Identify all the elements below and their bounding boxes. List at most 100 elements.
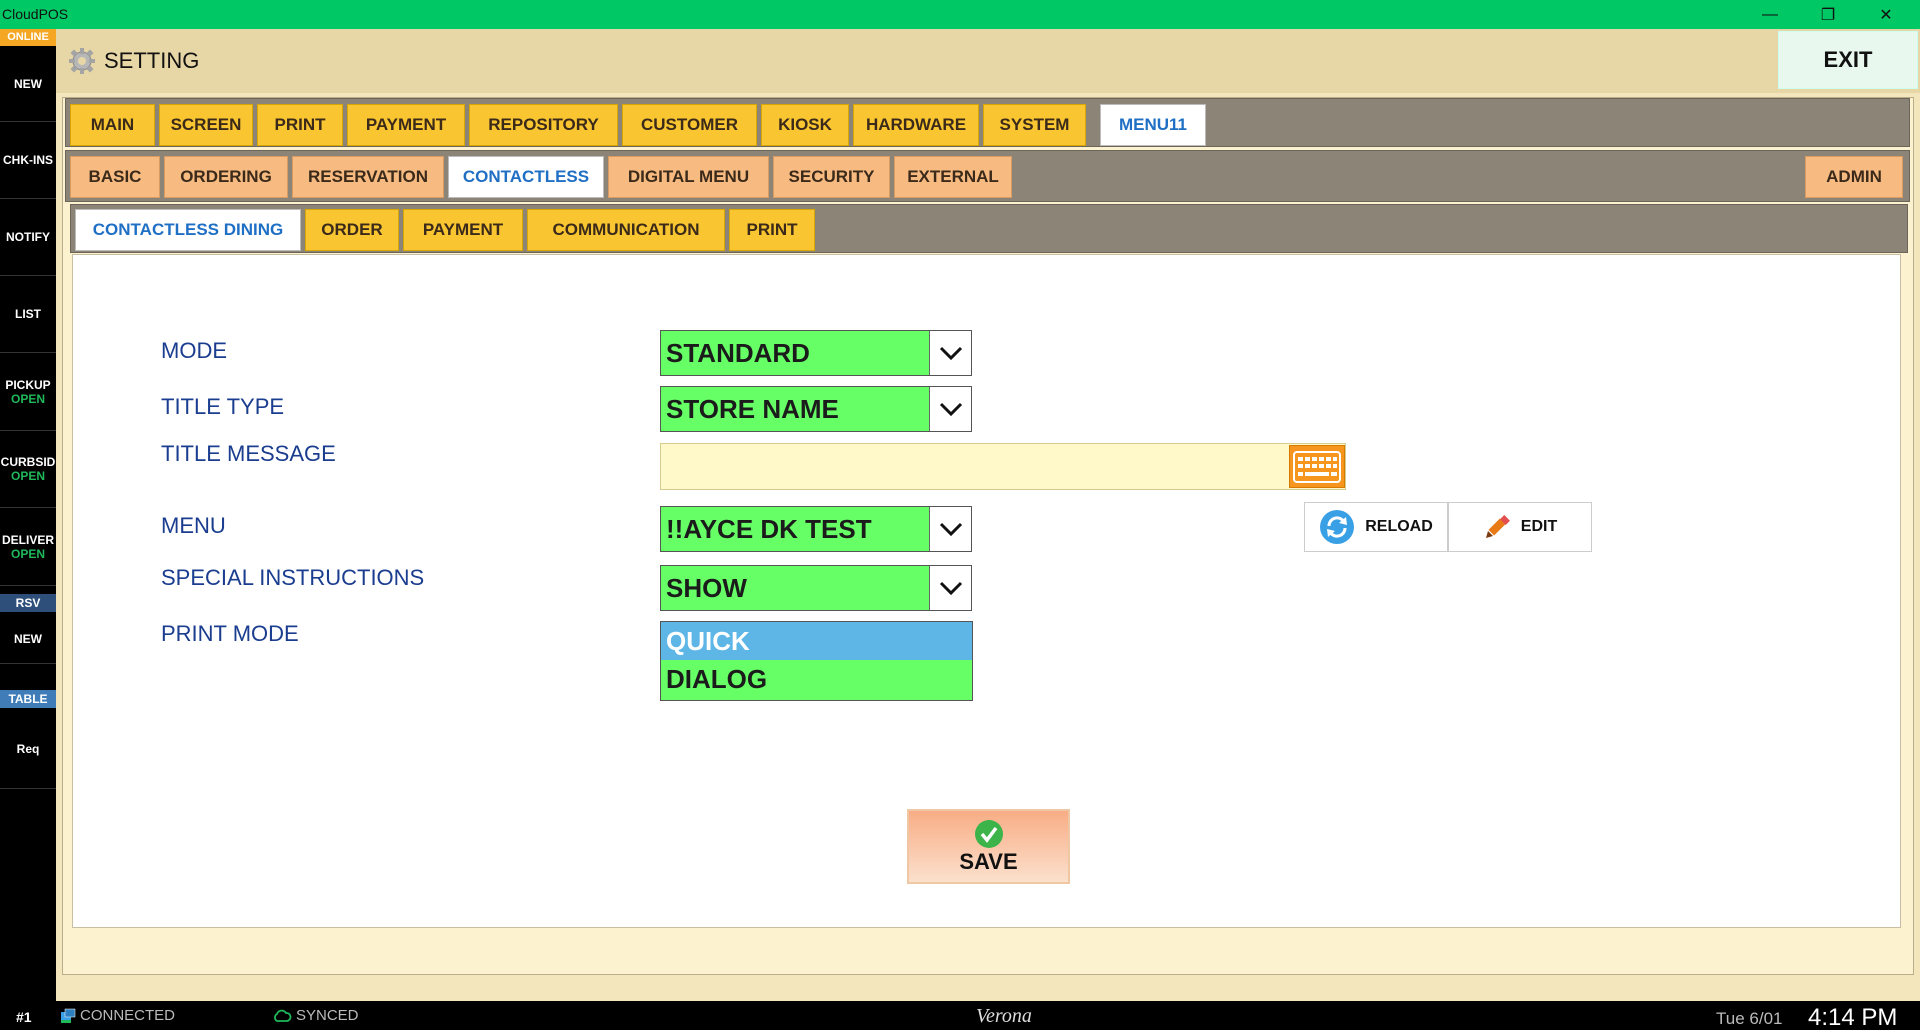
title-message-label: TITLE MESSAGE [161, 441, 336, 466]
sidebar-item-status: OPEN [10, 469, 45, 483]
tab-repository[interactable]: REPOSITORY [469, 104, 618, 146]
close-button[interactable]: ✕ [1858, 0, 1914, 29]
page-title: SETTING [104, 48, 200, 73]
tab-customer[interactable]: CUSTOMER [622, 104, 757, 146]
status-date: Tue 6/01 [1716, 1009, 1783, 1028]
reload-label: RELOAD [1365, 518, 1433, 535]
sidebar-item-new[interactable]: NEW [0, 46, 56, 122]
sidebar-rsv-header: RSV [0, 594, 56, 612]
reload-icon [1320, 510, 1355, 544]
sidebar-item-status: OPEN [10, 546, 45, 561]
pencil-icon [1485, 515, 1510, 538]
tab-kiosk[interactable]: KIOSK [761, 104, 849, 146]
exit-button[interactable]: EXIT [1778, 31, 1918, 89]
keyboard-button[interactable] [1289, 445, 1345, 488]
app-window: CloudPOS — ❐ ✕ ONLINE NEW CHK-INS NOTIFY… [0, 0, 1920, 1030]
store-name: Verona [976, 1005, 1032, 1027]
title-bar: CloudPOS — ❐ ✕ [0, 0, 1920, 29]
tab-reservation[interactable]: RESERVATION [292, 156, 444, 198]
sidebar-item-label: CHK-INS [3, 153, 53, 167]
sidebar-item-label: LIST [15, 307, 41, 321]
connection-label: CONNECTED [80, 1007, 176, 1024]
online-status-badge: ONLINE [0, 29, 56, 46]
edit-label: EDIT [1520, 518, 1558, 535]
edit-button[interactable]: EDIT [1448, 502, 1592, 552]
maximize-button[interactable]: ❐ [1800, 0, 1856, 29]
mode-value: STANDARD [666, 337, 810, 368]
sync-status: SYNCED [272, 1007, 359, 1024]
special-instructions-select[interactable]: SHOW [660, 565, 972, 611]
sidebar-table-header: TABLE [0, 690, 56, 708]
tab-system[interactable]: SYSTEM [983, 104, 1086, 146]
sidebar-item-status: OPEN [10, 391, 45, 406]
title-type-label: TITLE TYPE [161, 394, 285, 419]
tab-admin[interactable]: ADMIN [1805, 156, 1903, 198]
mode-select[interactable]: STANDARD [660, 330, 972, 376]
sidebar-item-label: CURBSID [0, 455, 56, 469]
print-mode-list[interactable]: QUICK DIALOG [660, 621, 973, 701]
tab-basic[interactable]: BASIC [70, 156, 160, 198]
sidebar-item-delivery[interactable]: DELIVER OPEN [0, 508, 56, 586]
gear-icon [69, 48, 95, 74]
checkmark-icon [974, 819, 1003, 848]
tab-contactless-dining[interactable]: CONTACTLESS DINING [75, 209, 301, 251]
tab-digital-menu[interactable]: DIGITAL MENU [608, 156, 769, 198]
app-title: CloudPOS [2, 6, 69, 22]
sidebar-item-req[interactable]: Req [0, 710, 56, 789]
tab-screen[interactable]: SCREEN [159, 104, 253, 146]
tab-contactless[interactable]: CONTACTLESS [448, 156, 604, 198]
title-message-input[interactable] [660, 443, 1346, 490]
sidebar-item-curbside[interactable]: CURBSID OPEN [0, 431, 56, 508]
page-header: SETTING EXIT [56, 29, 1920, 93]
contactless-dining-form: MODE STANDARD TITLE TYPE STORE NAME TITL… [72, 254, 1901, 928]
sidebar-item-label: NEW [14, 76, 42, 91]
sidebar-item-label: PICKUP [5, 377, 51, 392]
sidebar-item-label: NOTIFY [6, 230, 50, 244]
tab-main[interactable]: MAIN [70, 104, 155, 146]
menu-label: MENU [161, 513, 226, 538]
sidebar-item-label: DELIVER [1, 532, 54, 547]
chevron-down-icon [929, 566, 971, 610]
menu-select[interactable]: !!AYCE DK TEST [660, 506, 972, 552]
tab-contactless-payment[interactable]: PAYMENT [403, 209, 523, 251]
print-mode-label: PRINT MODE [161, 621, 299, 646]
sidebar-item-rsv-new[interactable]: NEW [0, 614, 56, 664]
network-icon [61, 1008, 76, 1023]
cloud-icon [274, 1009, 292, 1022]
sidebar-item-notify[interactable]: NOTIFY [0, 199, 56, 276]
sidebar-item-label: Req [16, 742, 40, 756]
left-sidebar: ONLINE NEW CHK-INS NOTIFY LIST PICKUP OP… [0, 29, 56, 1001]
mode-label: MODE [161, 338, 227, 363]
sidebar-item-list[interactable]: LIST [0, 276, 56, 353]
chevron-down-icon [929, 387, 971, 431]
save-label: SAVE [959, 848, 1018, 874]
print-mode-option-quick[interactable]: QUICK [661, 622, 972, 660]
tab-communication[interactable]: COMMUNICATION [527, 209, 725, 251]
status-bar: #1 CONNECTED SYNCED Verona Tue 6/01 4:14… [0, 1001, 1920, 1030]
title-type-select[interactable]: STORE NAME [660, 386, 972, 432]
tab-menu11[interactable]: MENU11 [1100, 104, 1206, 146]
sub-tab-bar: BASIC ORDERING RESERVATION CONTACTLESS D… [65, 150, 1910, 202]
print-mode-option-dialog[interactable]: DIALOG [661, 660, 972, 698]
sync-label: SYNCED [296, 1007, 359, 1024]
connection-status: CONNECTED [60, 1007, 175, 1024]
tab-payment[interactable]: PAYMENT [347, 104, 465, 146]
keyboard-icon [1293, 450, 1341, 483]
reload-button[interactable]: RELOAD [1304, 502, 1448, 552]
sidebar-item-pickup[interactable]: PICKUP OPEN [0, 353, 56, 431]
main-tab-bar: MAIN SCREEN PRINT PAYMENT REPOSITORY CUS… [65, 98, 1910, 147]
chevron-down-icon [929, 507, 971, 551]
tab-order[interactable]: ORDER [305, 209, 399, 251]
tab-contactless-print[interactable]: PRINT [729, 209, 815, 251]
tab-hardware[interactable]: HARDWARE [853, 104, 979, 146]
minimize-button[interactable]: — [1742, 0, 1798, 29]
menu-value: !!AYCE DK TEST [666, 513, 872, 544]
save-button[interactable]: SAVE [907, 809, 1070, 884]
tab-external[interactable]: EXTERNAL [894, 156, 1012, 198]
special-instructions-label: SPECIAL INSTRUCTIONS [161, 565, 425, 590]
tab-print[interactable]: PRINT [257, 104, 343, 146]
tab-security[interactable]: SECURITY [773, 156, 890, 198]
tab-ordering[interactable]: ORDERING [164, 156, 288, 198]
special-instructions-value: SHOW [666, 572, 747, 603]
sidebar-item-chk-ins[interactable]: CHK-INS [0, 122, 56, 199]
